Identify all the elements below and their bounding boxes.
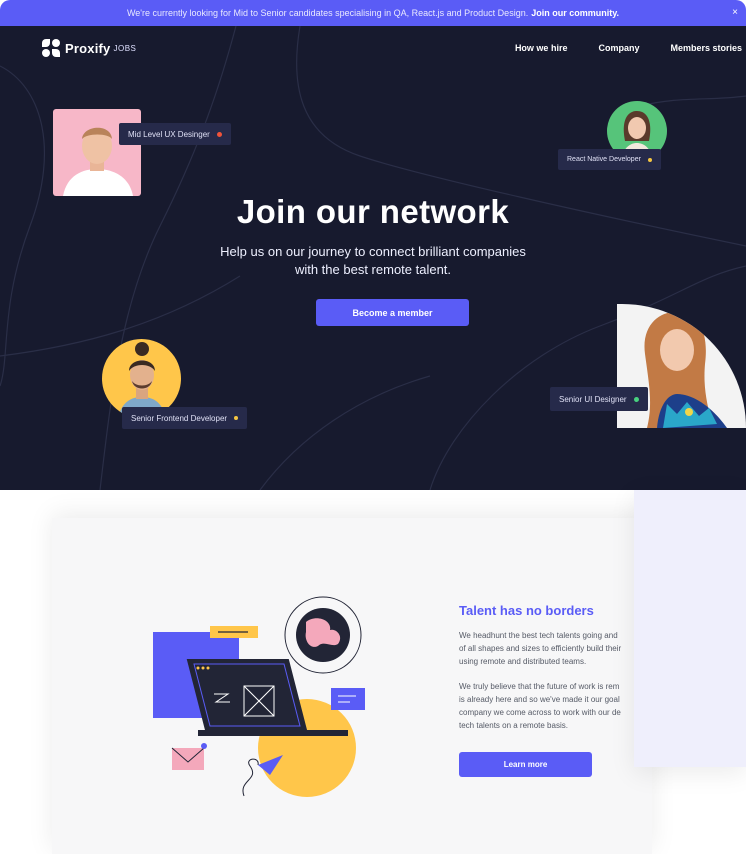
section-paragraph-1: We headhunt the best tech talents going …	[459, 631, 622, 666]
talent-section: Talent has no borders We headhunt the be…	[0, 490, 746, 854]
profile-tag-frontend-developer: Senior Frontend Developer	[122, 407, 248, 429]
logo-suffix: JOBS	[113, 43, 137, 53]
nav-how-we-hire[interactable]: How we hire	[515, 43, 568, 53]
nav-members-stories[interactable]: Members stories	[670, 43, 742, 53]
announcement-text: We're currently looking for Mid to Senio…	[126, 8, 529, 18]
nav-company[interactable]: Company	[598, 43, 639, 53]
logo-mark-icon	[42, 39, 60, 57]
close-icon[interactable]: ×	[732, 7, 738, 18]
profile-tag-ux-designer: Mid Level UX Desinger	[119, 123, 231, 145]
logo-wordmark: Proxify	[65, 40, 111, 56]
status-dot	[234, 416, 239, 420]
side-panel	[634, 490, 746, 767]
hero-section: Proxify JOBS How we hire Company Members…	[0, 26, 746, 490]
proxify-logo[interactable]: Proxify JOBS	[42, 39, 136, 57]
learn-more-button[interactable]: Learn more	[459, 752, 592, 777]
status-dot	[633, 396, 639, 402]
status-dot	[647, 157, 652, 162]
join-community-link[interactable]: Join our community.	[531, 8, 619, 18]
announcement-bar: We're currently looking for Mid to Senio…	[0, 0, 746, 26]
hero-title: Join our network	[236, 193, 510, 230]
status-dot	[216, 131, 222, 137]
hero-subtitle: Help us on our journey to connect brilli…	[220, 244, 526, 277]
profile-tag-react-native-developer: React Native Developer	[558, 149, 661, 170]
profile-tag-ui-designer: Senior UI Designer	[550, 387, 648, 411]
section-title: Talent has no borders	[459, 603, 594, 618]
main-nav: How we hire Company Members stories	[515, 43, 742, 53]
section-paragraph-2: We truly believe that the future of work…	[459, 682, 621, 730]
remote-work-illustration	[153, 596, 365, 797]
page: We're currently looking for Mid to Senio…	[0, 0, 746, 854]
become-member-button[interactable]: Become a member	[316, 299, 469, 326]
